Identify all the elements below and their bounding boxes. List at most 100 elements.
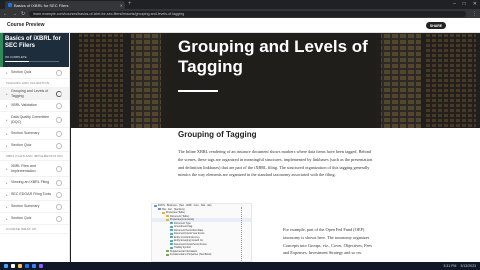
reload-icon[interactable]: ↻ (21, 11, 25, 17)
lesson-icon: ▸ (6, 131, 8, 136)
sidebar-section-header: XBRL FILES AND IMPLEMENTATION (0, 152, 69, 161)
close-window-icon[interactable]: ✕ (473, 1, 477, 7)
browser-tab[interactable]: Basics of iXBRL for SEC Filers ✕ (5, 1, 125, 9)
folder-icon (170, 246, 173, 249)
files-icon[interactable] (18, 264, 22, 268)
lesson-icon: ▸ (6, 166, 8, 171)
sidebar-lesson-item[interactable]: ▸ Viewing an iXBRL Filing (0, 177, 69, 189)
mail-icon[interactable] (32, 264, 36, 268)
share-button[interactable]: SHARE (426, 22, 446, 29)
completion-status-icon (56, 179, 62, 186)
lesson-icon: ▸ (6, 91, 8, 96)
new-tab-icon[interactable]: + (128, 1, 132, 7)
folder-icon (154, 204, 157, 207)
folder-icon (166, 215, 169, 218)
completion-status-icon (56, 102, 62, 109)
sidebar-item-label: Viewing an iXBRL Filing (11, 180, 50, 185)
completion-status-icon (56, 90, 62, 97)
tree-scroll-guide (241, 207, 243, 261)
sidebar-item-label: Section Summary (11, 131, 40, 136)
folder-icon (170, 243, 173, 246)
sidebar-lesson-item[interactable]: ▸ XBRL Files and Implementation (0, 161, 69, 177)
lesson-icon: ▸ (6, 70, 8, 75)
maximize-icon[interactable]: □ (463, 1, 466, 7)
sidebar-lesson-item[interactable]: ▸ Section Quiz (0, 67, 69, 79)
lesson-icon: ▸ (6, 192, 8, 197)
clock-time: 3:31 PM (443, 264, 457, 268)
course-sidebar: Basics of iXBRL for SEC Filers 0% COMPLE… (0, 33, 70, 262)
sidebar-item-label: Section Summary (11, 204, 40, 209)
url-text: learn.example.com/courses/basics-of-ixbr… (33, 11, 185, 16)
lesson-paragraph: The Inline XBRL rendering of an instance… (178, 149, 373, 178)
lesson-icon: ▸ (6, 204, 8, 209)
course-title: Basics of iXBRL for SEC Filers (5, 36, 61, 49)
sidebar-lesson-item[interactable]: ▸ SEC EDGAR Filing Tools (0, 189, 69, 201)
browser-tab-bar: Basics of iXBRL for SEC Filers ✕ + – □ ✕ (0, 0, 480, 9)
window-controls: – □ ✕ (453, 1, 477, 7)
title-divider (178, 90, 218, 92)
favicon-icon (8, 3, 12, 7)
clock-date: 3/13/2023 (460, 264, 476, 268)
section-heading: Grouping of Tagging (178, 130, 257, 139)
sidebar-section-header: COURSE WRAP UP (0, 225, 69, 234)
tree-row: Fundamental to Properties (Text Block) (152, 253, 251, 257)
sidebar-lesson-item[interactable]: ▸ Section Quiz (0, 213, 69, 225)
sidebar-item-label: Data Quality Committee (DQC) (11, 115, 50, 124)
lesson-icon: ▸ (6, 117, 8, 122)
sidebar-item-label: Section Quiz (11, 70, 32, 75)
folder-icon (170, 236, 173, 239)
completion-status-icon (56, 215, 62, 222)
lesson-list: ▸ Section Quiz TAGGING AND VALIDATION ▸ Grou… (0, 67, 69, 234)
sidebar-item-label: Section Quiz (11, 216, 32, 221)
start-icon[interactable] (4, 264, 8, 268)
sidebar-item-label: XBRL Validation (11, 103, 37, 108)
sidebar-item-label: XBRL FILES AND IMPLEMENTATION (6, 153, 63, 158)
folder-icon (170, 222, 173, 225)
sidebar-item-label: Grouping and Levels of Tagging (11, 89, 49, 98)
close-tab-icon[interactable]: ✕ (120, 3, 123, 8)
completion-status-icon (56, 191, 62, 198)
lesson-content: Grouping and Levels of Tagging Grouping … (71, 33, 480, 262)
system-tray: 3:31 PM 3/13/2023 (443, 264, 476, 268)
sidebar-item-label: XBRL Files and Implementation (11, 164, 36, 173)
browser-menu-icon[interactable]: ⋮ (472, 11, 477, 17)
minimize-icon[interactable]: – (453, 1, 456, 7)
lesson-title: Grouping and Levels of Tagging (178, 37, 368, 76)
forward-icon[interactable]: → (12, 11, 17, 17)
hero-banner: Grouping and Levels of Tagging (71, 33, 480, 128)
back-icon[interactable]: ← (3, 11, 8, 17)
lesson-icon: ▸ (6, 216, 8, 221)
course-preview-title: Course Preview (7, 22, 45, 28)
sidebar-section-header: TAGGING AND VALIDATION (0, 79, 69, 88)
folder-icon (170, 239, 173, 242)
taxonomy-tree-rows: DOCS · Business · (Text · 2008 · Core · … (152, 204, 251, 257)
completion-status-icon (56, 165, 62, 172)
sidebar-lesson-item[interactable]: ▸ Section Summary (0, 201, 69, 213)
taskbar-icons (4, 264, 46, 268)
folder-icon (170, 225, 173, 228)
sidebar-lesson-item[interactable]: ▸ XBRL Validation (0, 100, 69, 112)
url-field[interactable]: learn.example.com/courses/basics-of-ixbr… (29, 10, 466, 17)
tree-row-label: Fundamental to Properties (Text Block) (170, 253, 212, 257)
folder-icon (158, 208, 161, 211)
browser-icon[interactable] (25, 264, 29, 268)
search-icon[interactable] (11, 264, 15, 268)
os-taskbar: 3:31 PM 3/13/2023 (0, 262, 480, 270)
lesson-icon: ▸ (6, 143, 8, 148)
completion-status-icon (56, 69, 62, 76)
lesson-icon: ▸ (6, 180, 8, 185)
sidebar-lesson-item[interactable]: ▸ Section Summary (0, 128, 69, 140)
folder-icon (170, 229, 173, 232)
sidebar-item-label: TAGGING AND VALIDATION (6, 80, 50, 85)
address-bar-row: ← → ↻ learn.example.com/courses/basics-o… (0, 9, 480, 18)
sidebar-lesson-item[interactable]: ▸ Grouping and Levels of Tagging (0, 88, 69, 100)
tab-title: Basics of iXBRL for SEC Filers (14, 2, 69, 8)
folder-icon (166, 218, 169, 221)
sidebar-lesson-item[interactable]: ▸ Section Quiz (0, 140, 69, 152)
sidebar-item-label: COURSE WRAP UP (6, 226, 37, 231)
chat-icon[interactable] (39, 264, 43, 268)
progress-label: 0% COMPLETE (5, 55, 27, 59)
folder-icon (162, 211, 165, 214)
completion-status-icon (56, 203, 62, 210)
sidebar-lesson-item[interactable]: ▸ Data Quality Committee (DQC) (0, 112, 69, 128)
